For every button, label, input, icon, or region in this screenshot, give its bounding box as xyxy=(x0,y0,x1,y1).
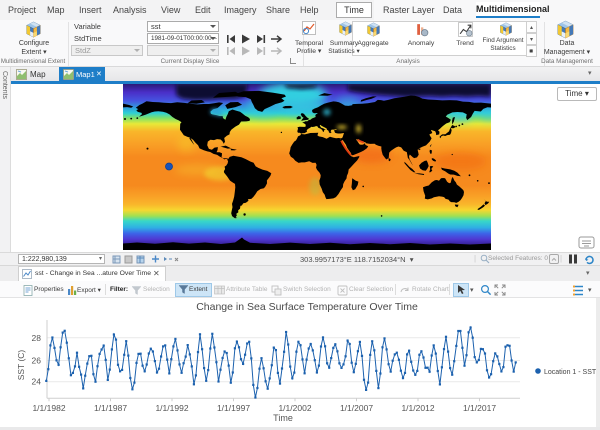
svg-text:28: 28 xyxy=(32,333,42,343)
svg-text:1/1/1982: 1/1/1982 xyxy=(32,403,65,413)
svg-text:1/1/2012: 1/1/2012 xyxy=(401,403,434,413)
svg-text:26: 26 xyxy=(32,356,42,366)
svg-text:1/1/2002: 1/1/2002 xyxy=(278,403,311,413)
svg-text:24: 24 xyxy=(32,377,42,387)
svg-text:SST (C): SST (C) xyxy=(16,350,26,381)
svg-text:1/1/2017: 1/1/2017 xyxy=(463,403,496,413)
svg-text:Time: Time xyxy=(273,413,293,423)
svg-text:1/1/1997: 1/1/1997 xyxy=(217,403,250,413)
svg-text:1/1/2007: 1/1/2007 xyxy=(340,403,373,413)
svg-text:1/1/1987: 1/1/1987 xyxy=(94,403,127,413)
svg-text:1/1/1992: 1/1/1992 xyxy=(155,403,188,413)
svg-text:Location 1 - SST: Location 1 - SST xyxy=(544,369,597,376)
